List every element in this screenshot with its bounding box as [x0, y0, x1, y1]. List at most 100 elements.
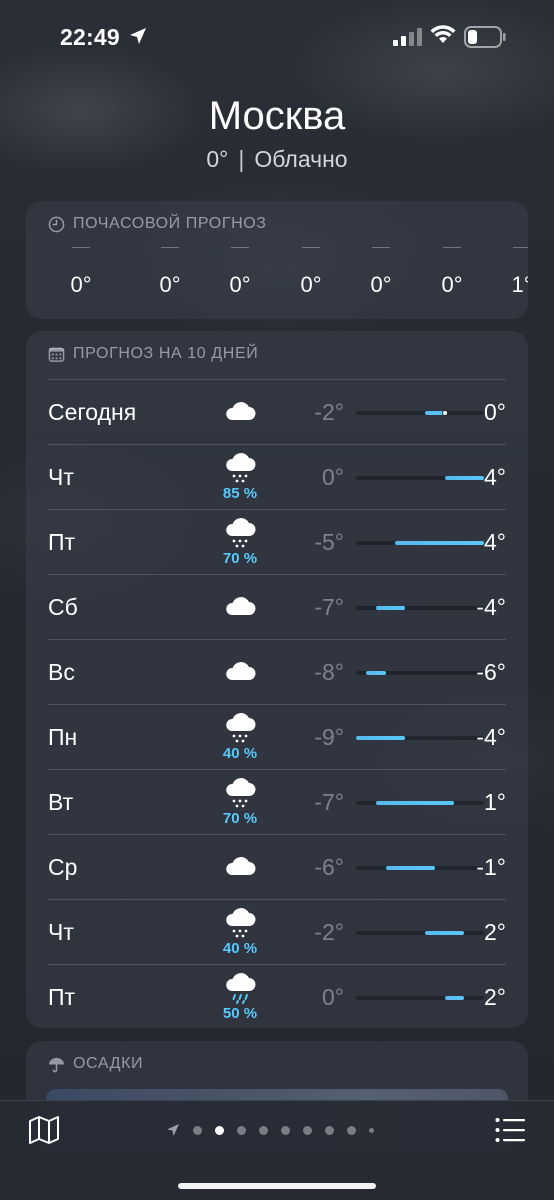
high-temperature: -4°: [476, 594, 506, 620]
forecast-day-row[interactable]: Пн 40 % -9° -4°: [48, 704, 506, 769]
low-temperature: -2°: [314, 919, 344, 945]
high-temperature: 1°: [484, 789, 506, 815]
hourly-title-text: ПОЧАСОВОЙ ПРОГНОЗ: [73, 215, 267, 232]
page-dot[interactable]: [215, 1125, 224, 1135]
page-dot[interactable]: [193, 1125, 202, 1135]
low-temperature: -7°: [314, 594, 344, 620]
cellular-signal-icon: [393, 28, 422, 46]
map-icon[interactable]: [28, 1115, 60, 1145]
list-icon[interactable]: [495, 1117, 525, 1143]
ten-day-title: ПРОГНОЗ НА 10 ДНЕЙ: [48, 345, 258, 363]
page-dot[interactable]: [369, 1127, 374, 1133]
home-indicator[interactable]: [178, 1183, 376, 1189]
umbrella-icon: [48, 1057, 65, 1072]
cloud-icon: [216, 593, 264, 637]
forecast-day-label: Пт: [48, 984, 76, 1010]
forecast-day-label: Вс: [48, 659, 75, 685]
ten-day-forecast-card[interactable]: ПРОГНОЗ НА 10 ДНЕЙ Сегодня -2° 0° Чт 85 % 0° 4…: [26, 331, 528, 1028]
precipitation-chance: 50 %: [222, 1005, 258, 1022]
wifi-icon: [430, 25, 456, 43]
page-dot[interactable]: [325, 1125, 334, 1135]
hourly-item: 0°: [425, 247, 479, 298]
page-dot[interactable]: [237, 1125, 246, 1135]
temperature-range-fill: [365, 671, 386, 675]
status-bar: 22:49: [0, 0, 554, 76]
page-dot[interactable]: [347, 1125, 356, 1135]
forecast-day-row[interactable]: Сегодня -2° 0°: [48, 379, 506, 444]
forecast-day-row[interactable]: Вс -8° -6°: [48, 639, 506, 704]
precipitation-chance: 40 %: [222, 940, 258, 957]
page-dot[interactable]: [281, 1125, 290, 1135]
precipitation-chance: 40 %: [222, 745, 258, 762]
low-temperature: -7°: [314, 789, 344, 815]
status-time: 22:49: [60, 24, 120, 50]
current-conditions: 0° | Облачно: [0, 146, 554, 173]
hourly-item: 0°: [284, 247, 338, 298]
low-temperature: -2°: [314, 399, 344, 425]
high-temperature: 0°: [484, 399, 506, 425]
hourly-temperature: 0°: [441, 272, 463, 297]
hourly-item: 0°: [54, 247, 108, 298]
forecast-day-row[interactable]: Сб -7° -4°: [48, 574, 506, 639]
precipitation-chance: 85 %: [222, 485, 258, 502]
page-dot[interactable]: [259, 1125, 268, 1135]
page-indicator[interactable]: [166, 1121, 374, 1139]
high-temperature: -1°: [476, 854, 506, 880]
hourly-time-placeholder: [231, 247, 249, 248]
forecast-day-row[interactable]: Ср -6° -1°: [48, 834, 506, 899]
current-condition: Облачно: [254, 146, 348, 172]
high-temperature: 4°: [484, 529, 506, 555]
forecast-day-label: Чт: [48, 464, 74, 490]
hourly-temperature: 0°: [159, 272, 181, 297]
low-temperature: -6°: [314, 854, 344, 880]
low-temperature: -9°: [314, 724, 344, 750]
hourly-item: 1°: [495, 247, 528, 298]
forecast-day-row[interactable]: Чт 40 % -2° 2°: [48, 899, 506, 964]
cloud-icon: [216, 398, 264, 442]
precipitation-title-text: ОСАДКИ: [73, 1055, 144, 1072]
forecast-day-row[interactable]: Вт 70 % -7° 1°: [48, 769, 506, 834]
precipitation-title: ОСАДКИ: [48, 1055, 143, 1073]
forecast-day-label: Вт: [48, 789, 74, 815]
hourly-forecast-card[interactable]: ПОЧАСОВОЙ ПРОГНОЗ 0° 0° 0° 0° 0° 0° 1°: [26, 201, 528, 319]
forecast-day-row[interactable]: Чт 85 % 0° 4°: [48, 444, 506, 509]
hourly-item: 0°: [213, 247, 267, 298]
hourly-item: 0°: [143, 247, 197, 298]
clock-icon: [48, 216, 65, 232]
calendar-icon: [48, 347, 65, 362]
temperature-range-fill: [375, 801, 455, 805]
forecast-day-row[interactable]: Пт 50 % 0° 2°: [48, 964, 506, 1029]
hourly-item: 0°: [354, 247, 408, 298]
low-temperature: 0°: [322, 464, 344, 490]
precipitation-chance: 70 %: [222, 550, 258, 567]
hourly-time-placeholder: [372, 247, 390, 248]
hourly-time-placeholder: [443, 247, 461, 248]
forecast-day-label: Сб: [48, 594, 78, 620]
cloud-icon: [216, 658, 264, 702]
ten-day-title-text: ПРОГНОЗ НА 10 ДНЕЙ: [73, 345, 259, 362]
location-page-icon[interactable]: [166, 1123, 180, 1137]
temperature-range-fill: [385, 866, 435, 870]
low-temperature: 0°: [322, 984, 344, 1010]
forecast-day-row[interactable]: Пт 70 % -5° 4°: [48, 509, 506, 574]
hourly-time-placeholder: [161, 247, 179, 248]
high-temperature: 2°: [484, 919, 506, 945]
temperature-range-fill: [375, 606, 406, 610]
hourly-time-placeholder: [302, 247, 320, 248]
high-temperature: 4°: [484, 464, 506, 490]
forecast-day-label: Ср: [48, 854, 78, 880]
hourly-forecast-title: ПОЧАСОВОЙ ПРОГНОЗ: [48, 215, 267, 233]
separator: |: [238, 146, 245, 172]
high-temperature: 2°: [484, 984, 506, 1010]
hourly-temperature: 0°: [70, 272, 92, 297]
hourly-temperature: 0°: [229, 272, 251, 297]
cloud-icon: [216, 853, 264, 897]
page-dot[interactable]: [303, 1125, 312, 1135]
battery-icon: [464, 26, 506, 48]
low-temperature: -8°: [314, 659, 344, 685]
bottom-toolbar: [0, 1100, 554, 1200]
forecast-day-label: Сегодня: [48, 399, 137, 425]
hourly-temperature: 0°: [370, 272, 392, 297]
hourly-time-placeholder: [513, 247, 528, 248]
hourly-temperature: 0°: [300, 272, 322, 297]
